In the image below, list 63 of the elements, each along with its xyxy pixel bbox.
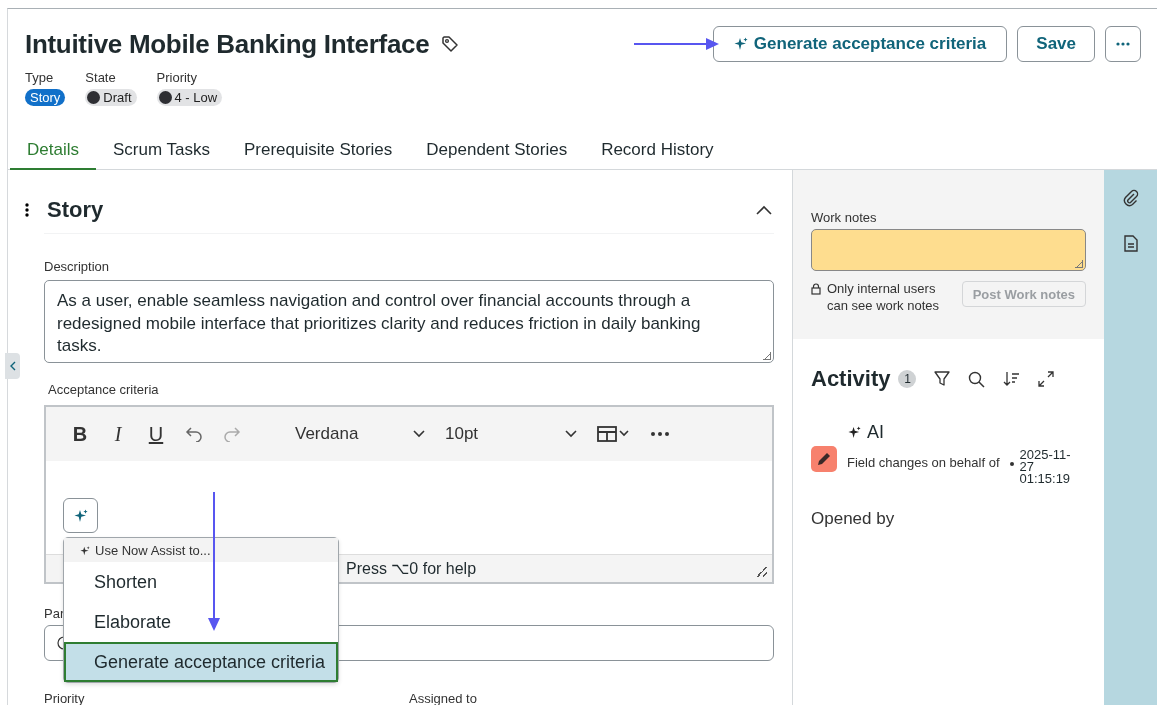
sort-icon[interactable] [1003,371,1021,387]
tab[interactable]: Details [10,131,96,170]
type-badge: Story [25,89,66,106]
status-pill: Draft [85,89,137,106]
filter-icon[interactable] [934,371,951,387]
sparkle-icon [80,545,90,556]
bold-button[interactable]: B [71,422,89,446]
field-label: Acceptance criteria [48,382,160,397]
caret-icon [565,430,577,438]
menu-item[interactable]: Elaborate [64,602,338,642]
tab[interactable]: Scrum Tasks [95,131,227,170]
save-button[interactable]: Save [1017,26,1095,62]
help-text: Press ⌥0 for help [346,559,477,578]
tab[interactable]: Prerequisite Stories [226,131,410,170]
activity-opened-by: Opened by [811,509,896,529]
kebab-menu-icon[interactable] [25,203,29,217]
underline-button[interactable]: U [147,422,165,446]
record-title: Intuitive Mobile Banking Interface [25,28,430,61]
table-icon[interactable] [597,426,631,442]
caret-icon [413,430,425,438]
sparkle-icon [73,508,88,523]
field-label: Par [44,606,66,621]
activity-time: 2025-11-27 01:15:19 [1019,449,1072,485]
more-icon[interactable] [651,432,669,436]
activity-author: AI [867,422,884,443]
search-icon[interactable] [968,370,986,388]
generate-button[interactable]: Generate acceptance criteria [712,26,1008,62]
field-label: Work notes [811,210,878,225]
work-notes-hint: Only internal users can see work notes [827,281,940,314]
undo-icon[interactable] [185,426,203,442]
field-label: Priority [156,70,197,85]
chevron-up-icon[interactable] [756,205,772,215]
status-pill: 4 - Low [156,89,223,106]
expand-icon[interactable] [1038,371,1055,387]
pencil-icon [811,446,837,472]
section-title: Story [47,197,105,223]
field-label: Type [25,70,54,85]
paperclip-icon[interactable] [1122,189,1139,207]
collapse-handle[interactable] [5,353,20,379]
menu-heading: Use Now Assist to... [95,543,211,558]
size-dropdown[interactable]: 10pt [445,424,577,444]
italic-button[interactable]: I [109,422,127,446]
font-dropdown[interactable]: Verdana [295,424,425,444]
activity-text: Field changes on behalf of [847,455,1000,470]
more-button[interactable] [1105,26,1141,62]
count-badge: 1 [898,370,917,388]
tag-icon[interactable] [441,35,460,53]
sparkle-icon [848,426,861,439]
tab[interactable]: Record History [584,131,731,170]
activity-title: Activity [811,366,891,392]
now-assist-button[interactable] [63,498,98,533]
field-label: Description [44,259,111,274]
sparkle-icon [733,37,748,51]
tab[interactable]: Dependent Stories [409,131,585,170]
field-label: Assigned to [409,691,478,705]
document-icon[interactable] [1123,235,1138,252]
more-icon [1116,42,1130,46]
work-notes-field[interactable] [811,229,1086,271]
lock-icon [811,283,821,295]
field-label: State [85,70,116,85]
field-label: Priority [44,691,86,705]
description-field[interactable]: As a user, enable seamless navigation and control over financial accounts through a redesigned mobile interface that prioritizes clarity and reduces friction in daily banking tasks. [44,280,774,363]
menu-item[interactable]: Generate acceptance criteria [64,642,338,682]
